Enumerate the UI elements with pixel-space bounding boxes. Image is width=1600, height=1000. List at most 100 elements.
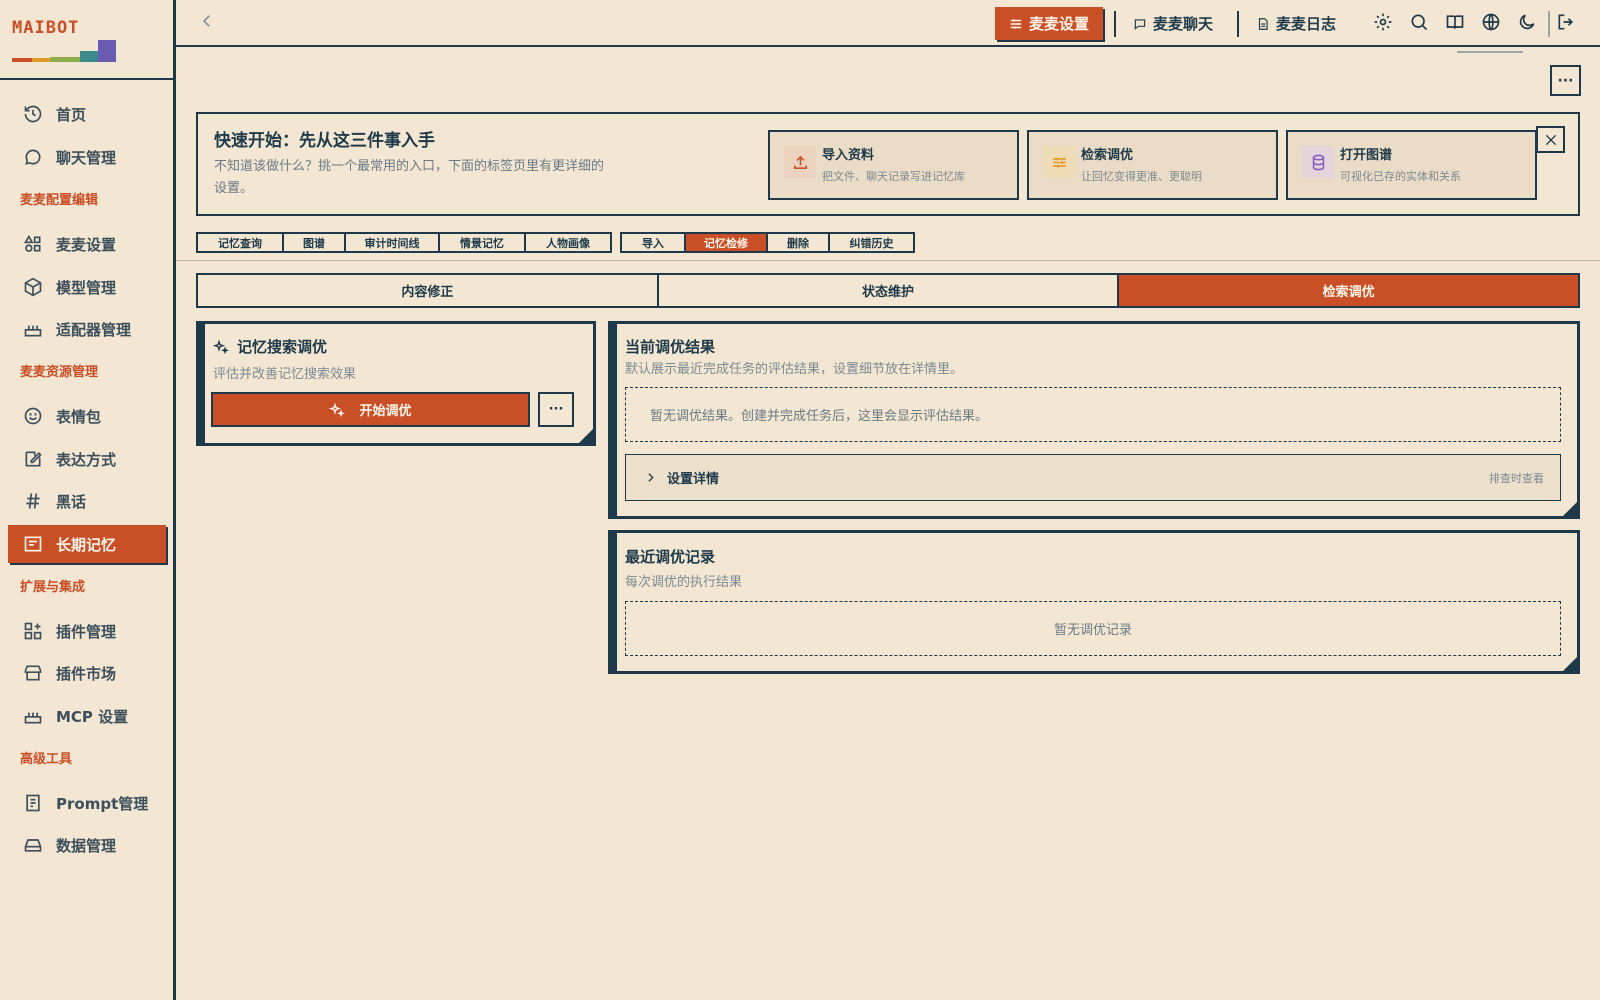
sidebar-item-adapters[interactable]: 适配器管理 [8, 310, 166, 348]
sidebar-section-advanced: 高级工具 [20, 752, 73, 767]
tab-memory-query[interactable]: 记忆查询 [198, 234, 284, 251]
divider [1114, 11, 1116, 37]
shapes-icon [22, 233, 44, 255]
sidebar-item-home[interactable]: 首页 [8, 95, 166, 133]
sidebar-item-models[interactable]: 模型管理 [8, 268, 166, 306]
memory-icon [22, 533, 44, 555]
sidebar-item-emoji[interactable]: 表情包 [8, 397, 166, 435]
chevron-left-icon[interactable] [198, 12, 218, 34]
tab-graph[interactable]: 图谱 [284, 234, 346, 251]
top-settings-button[interactable]: 麦麦设置 [995, 7, 1104, 40]
tab-group-secondary: 导入 记忆检修 删除 纠错历史 [620, 232, 915, 253]
top-chat-label: 麦麦聊天 [1153, 15, 1214, 33]
start-tuning-button[interactable]: 开始调优 [211, 392, 530, 427]
sidebar-section-config: 麦麦配置编辑 [20, 193, 99, 208]
tuning-title-text: 记忆搜索调优 [237, 338, 328, 356]
moon-icon[interactable] [1517, 12, 1539, 34]
sidebar-item-mcp[interactable]: MCP 设置 [8, 697, 166, 735]
upload-icon [784, 146, 816, 178]
top-chat-button[interactable]: 麦麦聊天 [1119, 7, 1227, 40]
settings-details-label: 设置详情 [667, 472, 720, 487]
page-more-button[interactable]: ··· [1550, 65, 1581, 96]
tab-audit-timeline[interactable]: 审计时间线 [346, 234, 440, 251]
sidebar-item-label: 插件管理 [56, 622, 117, 641]
document-icon [22, 792, 44, 814]
router-icon [22, 318, 44, 340]
gear-icon[interactable] [1373, 12, 1395, 34]
sidebar-item-label: 首页 [56, 105, 87, 124]
sidebar-item-label: 插件市场 [56, 664, 117, 683]
quick-card-desc: 把文件、聊天记录写进记忆库 [822, 170, 965, 183]
start-tuning-label: 开始调优 [359, 404, 412, 419]
hash-icon [22, 490, 44, 512]
quick-card-title: 导入资料 [822, 148, 875, 163]
tab-group-primary: 记忆查询 图谱 审计时间线 情景记忆 人物画像 [196, 232, 612, 253]
sparkles-icon [213, 339, 229, 354]
tuning-more-button[interactable]: ··· [538, 392, 574, 427]
router-icon [22, 705, 44, 727]
result-title: 当前调优结果 [625, 338, 716, 356]
globe-icon[interactable] [1481, 12, 1503, 34]
sidebar-item-label: 模型管理 [56, 278, 117, 297]
sidebar-item-data[interactable]: 数据管理 [8, 826, 166, 864]
book-icon[interactable] [1445, 12, 1467, 34]
sliders-icon [1043, 146, 1075, 178]
chat-icon [1134, 18, 1146, 30]
quick-card-desc: 让回忆变得更准、更聪明 [1081, 170, 1202, 183]
chat-icon [22, 146, 44, 168]
scroll-indicator [1457, 51, 1523, 53]
panel-corner [1560, 499, 1580, 519]
sidebar-item-label: MCP 设置 [56, 707, 129, 726]
segment-retrieval-tuning[interactable]: 检索调优 [1119, 275, 1579, 306]
sidebar-item-label: 数据管理 [56, 836, 117, 855]
tuning-subtitle: 评估并改善记忆搜索效果 [213, 367, 357, 382]
sidebar-item-label: Prompt管理 [56, 794, 149, 813]
sidebar-item-label: 麦麦设置 [56, 235, 117, 254]
sidebar-item-plugin-market[interactable]: 插件市场 [8, 654, 166, 692]
tab-episodic-memory[interactable]: 情景记忆 [440, 234, 526, 251]
divider [1548, 11, 1550, 37]
logo[interactable]: MAIBOT [0, 0, 173, 80]
tuning-panel: 记忆搜索调优 评估并改善记忆搜索效果 开始调优 ··· [196, 321, 596, 446]
result-panel: 当前调优结果 默认展示最近完成任务的评估结果，设置细节放在详情里。 暂无调优结果… [608, 321, 1580, 519]
tab-persona[interactable]: 人物画像 [526, 234, 610, 251]
sidebar-item-settings[interactable]: 麦麦设置 [8, 225, 166, 263]
plugin-icon [22, 620, 44, 642]
smile-icon [22, 405, 44, 427]
segment-content-fix[interactable]: 内容修正 [198, 275, 659, 306]
banner-description: 不知道该做什么？挑一个最常用的入口，下面的标签页里有更详细的设置。 [214, 159, 605, 196]
sidebar-item-label: 表达方式 [56, 450, 117, 469]
sidebar-item-expressions[interactable]: 表达方式 [8, 440, 166, 478]
segment-state-maintenance[interactable]: 状态维护 [659, 275, 1120, 306]
tab-memory-repair[interactable]: 记忆检修 [686, 234, 768, 251]
sidebar-section-resources: 麦麦资源管理 [20, 365, 99, 380]
sidebar-item-prompt[interactable]: Prompt管理 [8, 784, 166, 822]
store-icon [22, 662, 44, 684]
quick-card-graph[interactable]: 打开图谱 可视化已存的实体和关系 [1286, 130, 1537, 200]
sidebar-section-extensions: 扩展与集成 [20, 580, 86, 595]
close-icon[interactable] [1536, 126, 1565, 153]
sidebar-item-chat[interactable]: 聊天管理 [8, 138, 166, 176]
edit-icon [22, 448, 44, 470]
top-log-label: 麦麦日志 [1276, 15, 1337, 33]
settings-details-toggle[interactable]: 设置详情 排查时查看 [625, 454, 1561, 501]
top-log-button[interactable]: 麦麦日志 [1242, 7, 1350, 40]
sidebar: MAIBOT 首页 聊天管理 麦麦配置编辑 麦麦设置 模型管理 适配器管理 麦麦… [0, 0, 176, 1000]
logo-bars [12, 36, 126, 62]
logout-icon[interactable] [1556, 12, 1578, 34]
sidebar-item-long-term-memory[interactable]: 长期记忆 [8, 525, 166, 563]
quick-card-import[interactable]: 导入资料 把文件、聊天记录写进记忆库 [768, 130, 1019, 200]
result-empty-state: 暂无调优结果。创建并完成任务后，这里会显示评估结果。 [625, 387, 1561, 442]
search-icon[interactable] [1409, 12, 1431, 34]
tab-import[interactable]: 导入 [622, 234, 686, 251]
tab-delete[interactable]: 删除 [768, 234, 830, 251]
sparkles-icon [329, 402, 346, 417]
quick-card-title: 检索调优 [1081, 148, 1134, 163]
tuning-panel-title: 记忆搜索调优 [213, 336, 327, 357]
drive-icon [22, 834, 44, 856]
tab-correction-history[interactable]: 纠错历史 [830, 234, 913, 251]
sidebar-item-plugins[interactable]: 插件管理 [8, 612, 166, 650]
quick-card-desc: 可视化已存的实体和关系 [1340, 170, 1461, 183]
sidebar-item-slang[interactable]: 黑话 [8, 482, 166, 520]
quick-card-tuning[interactable]: 检索调优 让回忆变得更准、更聪明 [1027, 130, 1278, 200]
